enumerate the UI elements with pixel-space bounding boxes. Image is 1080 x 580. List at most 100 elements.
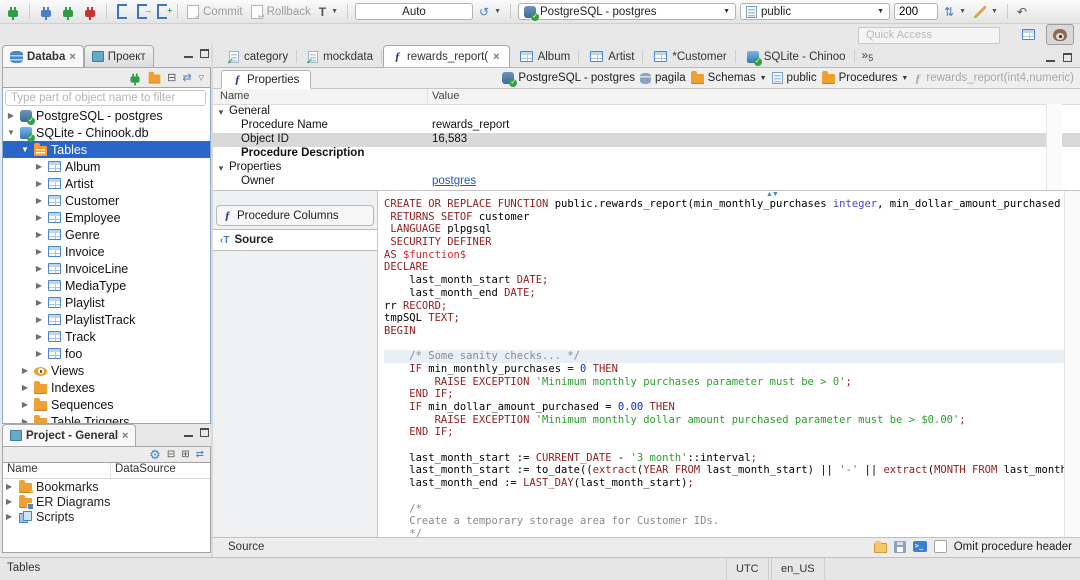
editor-tab-album[interactable]: Album bbox=[510, 45, 581, 67]
property-row-object-id[interactable]: Object ID 16,583 bbox=[213, 133, 1080, 147]
breadcrumb-item-pagila[interactable]: pagila bbox=[639, 72, 686, 84]
sash-collapse-icon[interactable]: ▲▼ bbox=[766, 191, 779, 198]
property-row-properties[interactable]: ▼ Properties bbox=[213, 161, 1080, 175]
editor-tab-category[interactable]: category bbox=[219, 45, 298, 67]
link-with-editor-icon[interactable]: ⇄ bbox=[182, 71, 191, 84]
chevron-right-icon[interactable]: ▶ bbox=[34, 179, 44, 188]
expand-all-icon[interactable]: ⊞ bbox=[181, 449, 189, 460]
tree-item-artist[interactable]: ▶ Artist bbox=[3, 175, 210, 192]
new-connection-icon[interactable] bbox=[130, 73, 140, 85]
property-row-procedure-description[interactable]: Procedure Description bbox=[213, 147, 1080, 161]
editor-tab-rewards-report[interactable]: rewards_report(× bbox=[382, 45, 510, 67]
chevron-right-icon[interactable]: ▶ bbox=[20, 383, 30, 392]
tree-item-postgresql-postgres[interactable]: ▶ PostgreSQL - postgres bbox=[3, 107, 210, 125]
minimize-icon[interactable] bbox=[184, 429, 193, 437]
chevron-down-icon[interactable]: ▼ bbox=[20, 145, 30, 154]
chevron-right-icon[interactable]: ▶ bbox=[6, 497, 15, 506]
gear-icon[interactable] bbox=[149, 448, 161, 461]
load-from-file-icon[interactable] bbox=[873, 540, 887, 553]
link-with-editor-icon[interactable]: ⇄ bbox=[196, 449, 204, 460]
tab-project-general[interactable]: Project - General × bbox=[2, 424, 137, 446]
close-icon[interactable]: × bbox=[122, 430, 128, 441]
transaction-history-button[interactable]: ↺ ▼ bbox=[477, 2, 503, 22]
open-console-icon[interactable] bbox=[912, 541, 927, 552]
breadcrumb-item-procedures[interactable]: Procedures ▼ bbox=[821, 71, 908, 84]
new-folder-icon[interactable] bbox=[148, 71, 161, 83]
tab-database-navigator[interactable]: Databa × bbox=[2, 45, 84, 67]
chevron-right-icon[interactable]: ▶ bbox=[34, 196, 44, 205]
chevron-right-icon[interactable]: ▶ bbox=[20, 366, 30, 375]
dbeaver-perspective-button[interactable] bbox=[1046, 24, 1074, 45]
column-value[interactable]: Value bbox=[432, 90, 459, 102]
editor-tab-artist[interactable]: Artist bbox=[580, 45, 644, 67]
property-row-procedure-name[interactable]: Procedure Name rewards_report bbox=[213, 119, 1080, 133]
tree-item-table-triggers[interactable]: ▶ Table Triggers bbox=[3, 413, 210, 423]
fetch-settings-button[interactable]: ⇅ ▼ bbox=[942, 2, 968, 22]
tab-properties[interactable]: Properties bbox=[221, 70, 312, 89]
side-tab-source[interactable]: Source bbox=[213, 229, 377, 251]
chevron-right-icon[interactable]: ▶ bbox=[34, 247, 44, 256]
chevron-down-icon[interactable]: ▼ bbox=[6, 128, 16, 137]
property-row-owner[interactable]: Owner postgres bbox=[213, 175, 1080, 189]
project-item-bookmarks[interactable]: ▶ Bookmarks bbox=[3, 479, 210, 496]
tree-item-tables[interactable]: ▼ Tables bbox=[3, 141, 210, 158]
tree-item-album[interactable]: ▶ Album bbox=[3, 158, 210, 175]
breadcrumb-item-postgresql-postgres[interactable]: PostgreSQL - postgres bbox=[502, 72, 635, 87]
general-perspective-button[interactable] bbox=[1015, 25, 1041, 44]
column-name[interactable]: Name bbox=[220, 90, 249, 102]
chevron-right-icon[interactable]: ▶ bbox=[34, 315, 44, 324]
tree-item-foo[interactable]: ▶ foo bbox=[3, 345, 210, 362]
chevron-right-icon[interactable]: ▶ bbox=[34, 213, 44, 222]
maximize-icon[interactable] bbox=[200, 49, 209, 58]
open-sql-script-button[interactable] bbox=[134, 2, 152, 22]
chevron-down-icon[interactable]: ▼ bbox=[217, 108, 225, 117]
source-code-editor[interactable]: ▲▼ CREATE OR REPLACE FUNCTION public.rew… bbox=[378, 191, 1080, 537]
tree-item-playlist[interactable]: ▶ Playlist bbox=[3, 294, 210, 311]
maximize-icon[interactable] bbox=[200, 428, 209, 437]
close-icon[interactable]: × bbox=[493, 51, 499, 62]
tree-item-invoiceline[interactable]: ▶ InvoiceLine bbox=[3, 260, 210, 277]
property-value-link[interactable]: postgres bbox=[432, 175, 476, 187]
tree-item-indexes[interactable]: ▶ Indexes bbox=[3, 379, 210, 396]
breadcrumb-item-schemas[interactable]: Schemas ▼ bbox=[690, 71, 767, 84]
properties-scrollbar[interactable] bbox=[1046, 104, 1062, 190]
undo-button[interactable]: ↶ bbox=[1015, 2, 1029, 22]
chevron-right-icon[interactable]: ▶ bbox=[6, 512, 15, 521]
editor-tab-customer[interactable]: *Customer bbox=[644, 45, 737, 67]
new-connection-button[interactable] bbox=[4, 2, 22, 22]
column-name[interactable]: Name bbox=[3, 463, 111, 478]
collapse-all-icon[interactable]: ⊟ bbox=[167, 71, 176, 84]
minimize-icon[interactable] bbox=[184, 50, 193, 58]
tab-overflow-button[interactable]: » 5 bbox=[862, 48, 874, 67]
new-sql-editor-button[interactable] bbox=[154, 2, 172, 22]
minimize-icon[interactable] bbox=[1046, 54, 1055, 62]
close-icon[interactable]: × bbox=[69, 51, 75, 62]
rollback-button[interactable]: Rollback bbox=[249, 2, 313, 22]
commit-mode-combo[interactable]: Auto bbox=[355, 3, 474, 20]
column-datasource[interactable]: DataSource bbox=[111, 463, 176, 478]
sql-editor-button[interactable] bbox=[114, 2, 130, 22]
chevron-right-icon[interactable]: ▶ bbox=[34, 230, 44, 239]
maximize-icon[interactable] bbox=[1063, 53, 1072, 62]
chevron-right-icon[interactable]: ▶ bbox=[20, 417, 30, 423]
tree-item-views[interactable]: ▶ Views bbox=[3, 362, 210, 379]
tree-item-mediatype[interactable]: ▶ MediaType bbox=[3, 277, 210, 294]
reconnect-button[interactable] bbox=[59, 2, 77, 22]
quick-access-box[interactable]: Quick Access bbox=[858, 27, 1000, 44]
chevron-down-icon[interactable]: ▼ bbox=[217, 164, 225, 173]
save-to-file-icon[interactable] bbox=[893, 540, 906, 553]
status-timezone[interactable]: UTC bbox=[726, 558, 769, 580]
chevron-right-icon[interactable]: ▶ bbox=[20, 400, 30, 409]
chevron-right-icon[interactable]: ▶ bbox=[34, 298, 44, 307]
property-row-general[interactable]: ▼ General bbox=[213, 105, 1080, 119]
object-filter-input[interactable] bbox=[5, 90, 206, 106]
chevron-down-icon[interactable]: ▼ bbox=[760, 75, 767, 82]
chevron-right-icon[interactable]: ▶ bbox=[34, 281, 44, 290]
chevron-right-icon[interactable]: ▶ bbox=[34, 264, 44, 273]
tree-item-track[interactable]: ▶ Track bbox=[3, 328, 210, 345]
disconnect-button[interactable] bbox=[81, 2, 99, 22]
chevron-right-icon[interactable]: ▶ bbox=[34, 162, 44, 171]
breadcrumb-item-public[interactable]: public bbox=[771, 72, 817, 84]
collapse-all-icon[interactable]: ⊟ bbox=[167, 449, 175, 460]
side-tab-procedure-columns[interactable]: Procedure Columns bbox=[216, 205, 374, 226]
